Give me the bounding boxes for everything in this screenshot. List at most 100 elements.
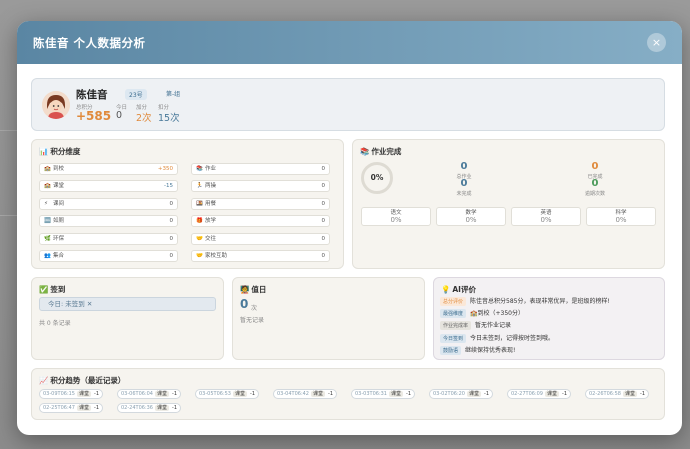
- dimension-icon: 🌿: [44, 235, 51, 242]
- trend-record-chip: 02-27T06:09 课堂 -1: [507, 389, 572, 399]
- dimension-label: 课堂: [53, 183, 65, 190]
- check-icon: ✅: [39, 285, 49, 294]
- dimension-label: 如厕: [53, 218, 65, 225]
- stat-value-plus: 2次: [136, 113, 152, 124]
- ai-row: 总分评价 陈佳音总积分585分，表现非常优异，是班级的榜样!: [440, 296, 610, 306]
- duty-empty: 暂无记录: [240, 317, 265, 324]
- trend-date: 03-04T06:42: [277, 391, 309, 397]
- trend-record-chip: 02-25T06:47 课堂 -1: [39, 403, 104, 413]
- dimension-label: 集合: [53, 253, 65, 259]
- trend-record-chip: 02-24T06:36 课堂 -1: [117, 403, 182, 413]
- close-button[interactable]: ×: [647, 33, 666, 52]
- dimension-item: 🎁 放学 0: [191, 215, 330, 228]
- dimension-label: 用餐: [205, 200, 217, 207]
- trend-type: 课堂: [77, 391, 92, 397]
- dimension-icon: 🏫: [44, 166, 51, 172]
- dimension-value: 0: [169, 253, 174, 259]
- subject-math: 数学 0%: [436, 207, 506, 226]
- trend-value: -1: [484, 391, 490, 397]
- trend-type: 课堂: [467, 391, 482, 397]
- dimension-item: 👥 集合 0: [39, 250, 178, 262]
- trend-type: 课堂: [77, 405, 92, 411]
- modal-title: 陈佳音 个人数据分析: [33, 35, 146, 50]
- dimension-value: 0: [321, 183, 326, 190]
- dimension-item: 🆒 如厕 0: [39, 215, 178, 228]
- dimension-icon: 🏫: [44, 183, 51, 190]
- trend-date: 02-25T06:47: [43, 405, 75, 411]
- trend-value: -1: [94, 405, 100, 411]
- hw-overdue-value: 0: [591, 178, 599, 189]
- trend-type: 课堂: [545, 391, 560, 397]
- ai-text: 暂无作业记录: [475, 322, 512, 330]
- dimension-value: -15: [164, 183, 173, 190]
- signin-title: ✅ 签到: [39, 285, 66, 294]
- trend-value: -1: [328, 391, 334, 397]
- dimension-item: 🏃 两操 0: [191, 180, 330, 193]
- ai-title: 💡 AI评价: [441, 285, 476, 294]
- dimension-item: ⚡ 课间 0: [39, 197, 178, 210]
- ai-row: 作业完成率 暂无作业记录: [440, 320, 512, 331]
- modal-header: 陈佳音 个人数据分析: [17, 21, 682, 64]
- dimension-icon: ⚡: [44, 200, 48, 207]
- dimension-value: 0: [169, 218, 174, 225]
- student-group: 第-组: [166, 91, 181, 98]
- trend-record-chip: 03-04T06:42 课堂 -1: [273, 389, 338, 399]
- trend-type: 课堂: [233, 391, 248, 397]
- dimension-value: +350: [157, 166, 173, 172]
- ai-tag: 作业完成率: [440, 321, 472, 331]
- books-icon: 📚: [360, 147, 370, 156]
- dimension-value: 0: [321, 218, 326, 225]
- ai-tag: 总分评价: [440, 297, 467, 306]
- signin-total: 共 0 条记录: [39, 320, 71, 327]
- signin-card: ✅ 签到 今日: 未签到 ✕ 共 0 条记录: [31, 277, 224, 360]
- dimension-label: 课间: [53, 200, 65, 207]
- trend-card: 📈 积分趋势（最近记录） 03-09T06:15 课堂 -1 03-06T06:04 课堂…: [31, 368, 665, 420]
- profile-card: 陈佳音 23号 第-组 总积分 +585 今日 0 加分 2次 扣分 15次: [31, 78, 665, 131]
- trend-record-chip: 03-03T06:31 课堂 -1: [351, 389, 416, 399]
- hw-total-value: 0: [460, 161, 468, 172]
- dimension-icon: 👥: [44, 253, 51, 259]
- subject-english: 英语 0%: [511, 207, 581, 226]
- dimension-item: 🏫 到校 +350: [39, 163, 178, 175]
- dimension-label: 环保: [53, 235, 65, 242]
- dimension-value: 0: [321, 235, 326, 242]
- ai-tag: 最强维度: [440, 309, 467, 319]
- ai-row: 最强维度 🏫到校（+350分）: [440, 308, 524, 319]
- trend-date: 03-06T06:04: [121, 391, 153, 397]
- trend-record-chip: 03-09T06:15 课堂 -1: [39, 389, 104, 399]
- duty-title: 🧑‍🏫 值日: [240, 285, 267, 294]
- dimension-label: 到校: [53, 166, 65, 172]
- lightbulb-icon: 💡: [441, 285, 451, 294]
- dimension-item: 🍱 用餐 0: [191, 197, 330, 210]
- dimension-item: 🏫 课堂 -15: [39, 180, 178, 193]
- dimension-title: 📊 积分维度: [39, 147, 81, 156]
- trend-record-chip: 03-05T06:53 课堂 -1: [195, 389, 260, 399]
- background-line: [0, 130, 17, 131]
- student-number-badge: 23号: [125, 89, 147, 100]
- ai-text: 陈佳音总积分585分，表现非常优异，是班级的榜样!: [470, 298, 610, 305]
- trend-type: 课堂: [389, 391, 404, 397]
- subject-science: 科学 0%: [586, 207, 656, 226]
- trend-value: -1: [172, 391, 178, 397]
- dimension-label: 家校互助: [205, 253, 228, 259]
- dimension-value: 0: [321, 200, 326, 207]
- ai-tag: 今日签到: [440, 333, 467, 343]
- hw-done-value: 0: [591, 161, 599, 172]
- trend-value: -1: [94, 391, 100, 397]
- dimension-label: 交往: [205, 235, 217, 242]
- trend-title: 📈 积分趋势（最近记录）: [39, 376, 126, 385]
- avatar: [42, 91, 70, 119]
- trend-date: 02-24T06:36: [121, 405, 153, 411]
- subject-chinese: 语文 0%: [361, 207, 431, 226]
- trend-type: 课堂: [311, 391, 326, 397]
- ai-tag: 鼓励语: [440, 345, 462, 355]
- duty-count: 0: [240, 297, 249, 311]
- background-line: [0, 215, 17, 216]
- ai-text: 🏫到校（+350分）: [470, 310, 524, 318]
- dimension-icon: 🤝: [196, 253, 203, 259]
- chart-icon: 📊: [39, 147, 49, 156]
- dimension-icon: 🆒: [44, 218, 51, 225]
- dimension-label: 两操: [205, 183, 217, 190]
- dimension-icon: 🍱: [196, 200, 203, 207]
- stat-value-total: +585: [76, 109, 112, 123]
